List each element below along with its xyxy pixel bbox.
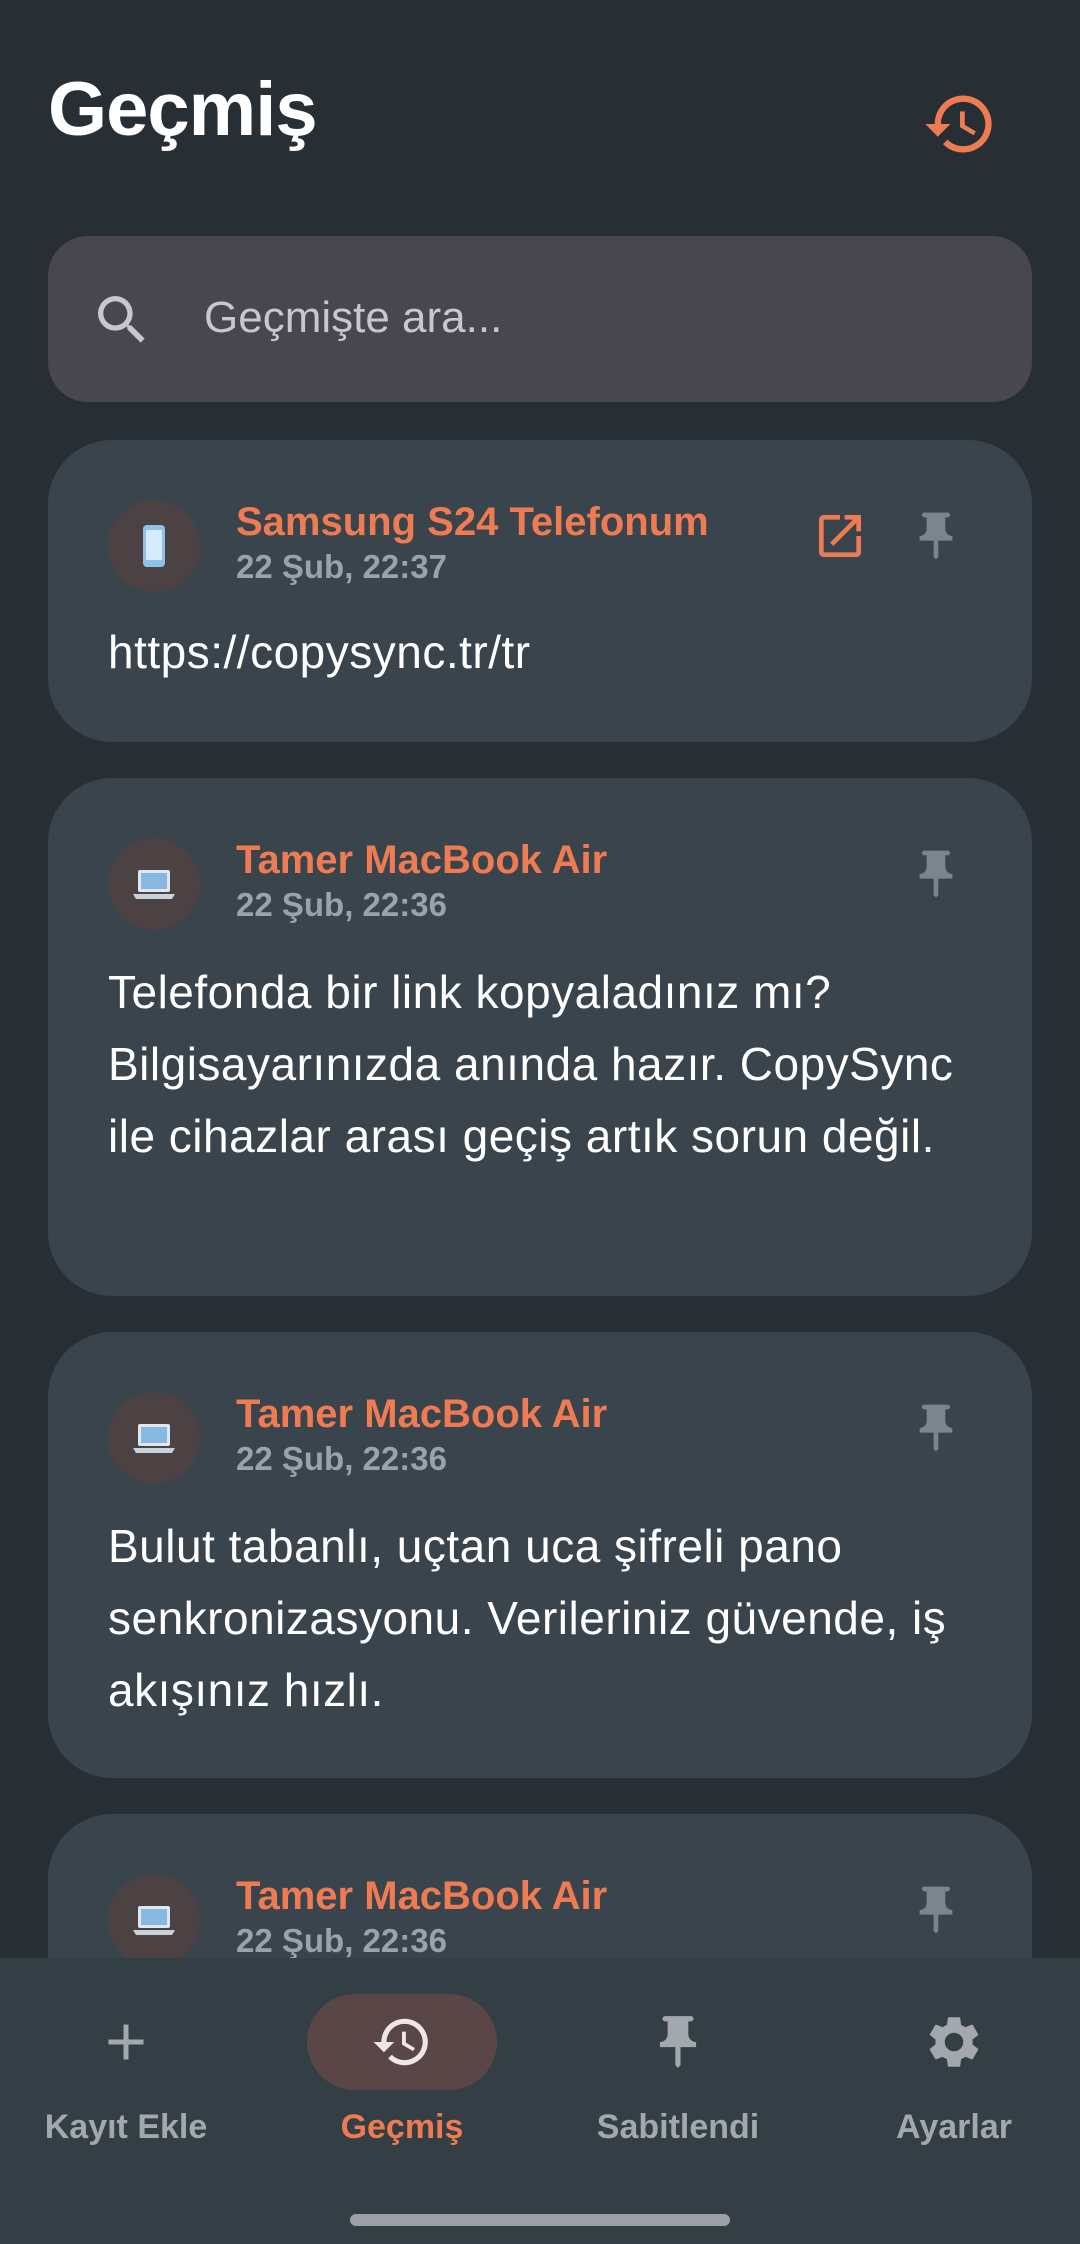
pin-icon bbox=[919, 850, 953, 898]
history-icon bbox=[925, 95, 992, 153]
history-card[interactable]: Tamer MacBook Air 22 Şub, 22:36 bbox=[48, 1814, 1032, 1958]
open-in-new-icon bbox=[819, 515, 861, 557]
app-header: Geçmiş bbox=[0, 0, 1080, 220]
timestamp: 22 Şub, 22:36 bbox=[236, 1440, 447, 1477]
bottom-navigation: Kayıt Ekle Geçmiş Sabitlendi Ayarlar bbox=[0, 1958, 1080, 2244]
plus-icon bbox=[108, 2024, 144, 2060]
device-name: Tamer MacBook Air bbox=[236, 1874, 608, 1918]
device-name: Tamer MacBook Air bbox=[236, 1392, 608, 1436]
home-indicator[interactable] bbox=[350, 2214, 730, 2226]
pin-icon bbox=[919, 1886, 953, 1934]
pin-button[interactable] bbox=[896, 834, 976, 914]
timestamp: 22 Şub, 22:36 bbox=[236, 886, 447, 923]
history-card[interactable]: Tamer MacBook Air 22 Şub, 22:36 Bulut ta… bbox=[48, 1332, 1032, 1778]
nav-icon-container bbox=[307, 1994, 497, 2090]
pin-icon bbox=[919, 512, 953, 560]
pin-icon bbox=[659, 2016, 697, 2068]
laptop-icon bbox=[133, 1906, 175, 1935]
device-name: Samsung S24 Telefonum bbox=[236, 500, 709, 544]
nav-icon-container bbox=[583, 1994, 773, 2090]
timestamp: 22 Şub, 22:36 bbox=[236, 1922, 447, 1958]
nav-add-entry[interactable]: Kayıt Ekle bbox=[0, 1994, 264, 2154]
laptop-icon bbox=[133, 870, 175, 899]
laptop-icon bbox=[133, 1424, 175, 1453]
pin-button[interactable] bbox=[896, 496, 976, 576]
gear-icon bbox=[929, 2017, 979, 2067]
open-link-button[interactable] bbox=[800, 496, 880, 576]
page-title: Geçmiş bbox=[48, 67, 318, 152]
history-card[interactable]: Tamer MacBook Air 22 Şub, 22:36 Telefond… bbox=[48, 778, 1032, 1296]
nav-settings[interactable]: Ayarlar bbox=[816, 1994, 1080, 2154]
device-avatar bbox=[108, 1392, 200, 1484]
nav-label: Kayıt Ekle bbox=[44, 2108, 208, 2146]
nav-history[interactable]: Geçmiş bbox=[264, 1994, 540, 2154]
device-avatar bbox=[108, 1874, 200, 1958]
nav-label: Ayarlar bbox=[896, 2108, 1012, 2146]
nav-label: Geçmiş bbox=[340, 2108, 464, 2146]
history-list[interactable]: Samsung S24 Telefonum 22 Şub, 22:37 http… bbox=[0, 440, 1080, 1958]
timestamp: 22 Şub, 22:37 bbox=[236, 548, 447, 585]
history-icon bbox=[373, 2018, 428, 2066]
nav-icon-container bbox=[31, 1994, 221, 2090]
search-input[interactable] bbox=[204, 276, 984, 360]
pin-button[interactable] bbox=[896, 1870, 976, 1950]
history-button[interactable] bbox=[912, 76, 1008, 172]
clipboard-text: https://copysync.tr/tr bbox=[108, 626, 531, 678]
nav-icon-container bbox=[859, 1994, 1049, 2090]
nav-pinned[interactable]: Sabitlendi bbox=[540, 1994, 816, 2154]
search-bar[interactable] bbox=[48, 236, 1032, 402]
nav-label: Sabitlendi bbox=[596, 2108, 760, 2146]
device-avatar bbox=[108, 500, 200, 592]
device-avatar bbox=[108, 838, 200, 930]
phone-icon bbox=[143, 525, 165, 567]
history-card[interactable]: Samsung S24 Telefonum 22 Şub, 22:37 http… bbox=[48, 440, 1032, 742]
search-icon bbox=[98, 296, 145, 343]
clipboard-text: Telefonda bir link kopyaladınız mı? Bilg… bbox=[108, 966, 954, 1162]
device-name: Tamer MacBook Air bbox=[236, 838, 608, 882]
pin-button[interactable] bbox=[896, 1388, 976, 1468]
clipboard-text: Bulut tabanlı, uçtan uca şifreli pano se… bbox=[108, 1520, 947, 1716]
pin-icon bbox=[919, 1404, 953, 1452]
